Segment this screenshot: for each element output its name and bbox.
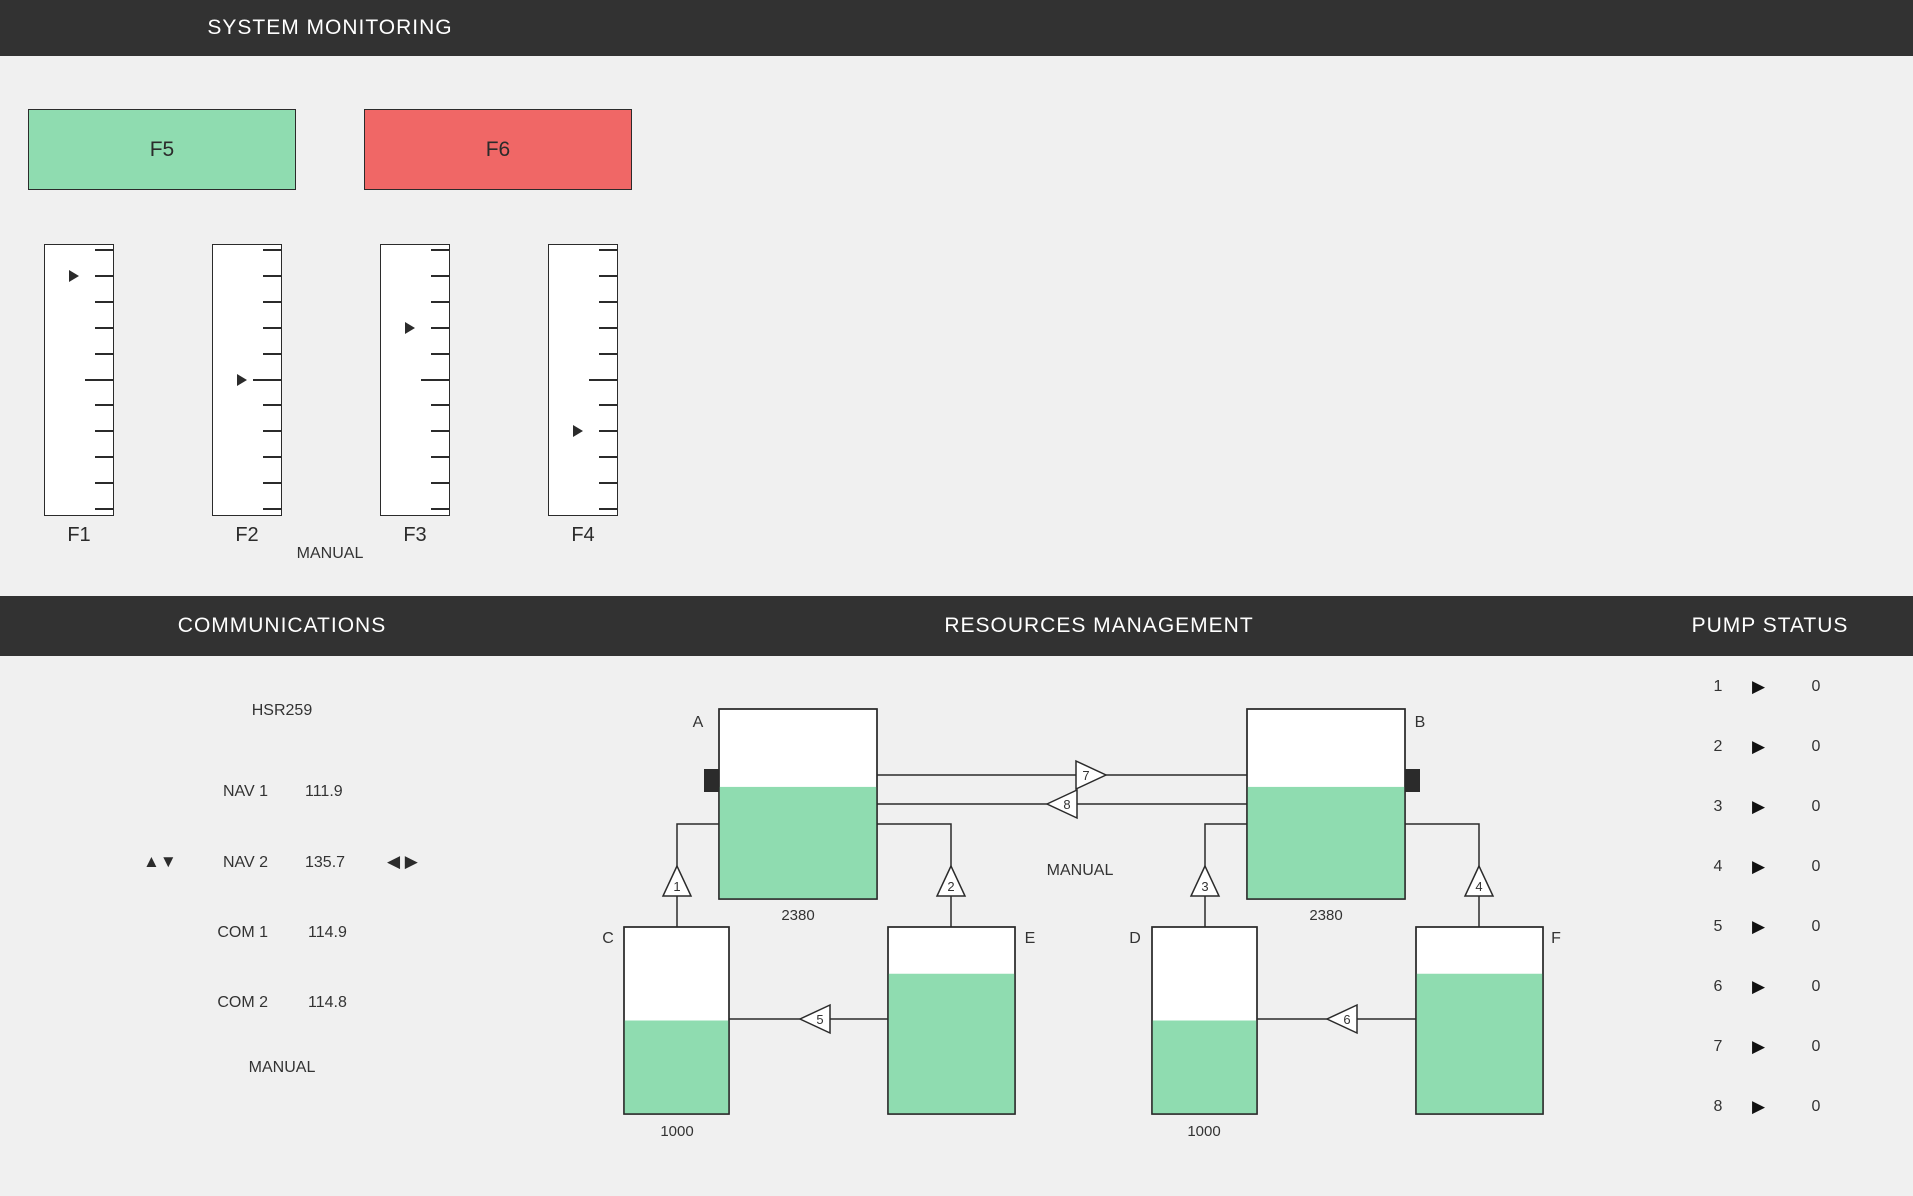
pump-8-icon[interactable]: 8: [1045, 788, 1078, 820]
tank-a-connector: [704, 769, 719, 792]
pump-2-number: 2: [947, 879, 954, 894]
tank-a-capacity: 2380: [781, 907, 814, 924]
tank-c-capacity: 1000: [660, 1123, 693, 1140]
tank-b-fill: [1247, 786, 1405, 899]
play-arrow-icon[interactable]: ▶: [1752, 737, 1765, 757]
tank-b-connector: [1405, 769, 1420, 792]
pump-8-number: 8: [1063, 797, 1070, 812]
pump-4-icon[interactable]: 4: [1463, 864, 1495, 897]
pump-status-value: 0: [1811, 1038, 1821, 1055]
play-arrow-icon[interactable]: ▶: [1752, 677, 1765, 697]
play-arrow-icon[interactable]: ▶: [1752, 977, 1765, 997]
pump-status-value: 0: [1811, 738, 1821, 755]
tank-f-fill: [1416, 973, 1543, 1114]
pump-1-number: 1: [673, 879, 680, 894]
pump-status-number: 4: [1713, 858, 1723, 875]
pump-status-number: 1: [1713, 678, 1723, 695]
play-arrow-icon[interactable]: ▶: [1752, 857, 1765, 877]
tank-a-label: A: [693, 714, 704, 731]
pipe-a-c: [676, 823, 719, 927]
tank-d-label: D: [1129, 930, 1141, 947]
pump-status-number: 8: [1713, 1098, 1723, 1115]
pump-status-value: 0: [1811, 918, 1821, 935]
tank-b: B 2380: [1246, 708, 1426, 924]
pipe-b-d: [1204, 823, 1247, 927]
pump-3-number: 3: [1201, 879, 1208, 894]
tank-d-capacity: 1000: [1187, 1123, 1220, 1140]
pump-6-icon[interactable]: 6: [1325, 1003, 1358, 1035]
tank-b-label: B: [1415, 714, 1426, 731]
pipe-b-f: [1405, 823, 1480, 927]
play-arrow-icon[interactable]: ▶: [1752, 1097, 1765, 1117]
tank-d: D 1000: [1129, 926, 1258, 1140]
tank-e-label: E: [1025, 930, 1036, 947]
tank-e: E: [887, 926, 1036, 1115]
pump-5-number: 5: [816, 1012, 823, 1027]
pump-3-icon[interactable]: 3: [1189, 864, 1221, 897]
pump-7-number: 7: [1082, 768, 1089, 783]
pump-status-number: 7: [1713, 1038, 1723, 1055]
pump-2-icon[interactable]: 2: [935, 864, 967, 897]
tank-f-label: F: [1551, 930, 1561, 947]
tank-c: C 1000: [602, 926, 730, 1140]
pump-status-value: 0: [1811, 858, 1821, 875]
tank-e-fill: [888, 973, 1015, 1114]
tank-c-fill: [624, 1020, 729, 1114]
pump-status-number: 6: [1713, 978, 1723, 995]
tank-d-fill: [1152, 1020, 1257, 1114]
tank-c-label: C: [602, 930, 614, 947]
pump-status-value: 0: [1811, 978, 1821, 995]
resources-mode-label: MANUAL: [1047, 862, 1114, 879]
tank-a: A 2380: [693, 708, 878, 924]
pump-1-icon[interactable]: 1: [661, 864, 693, 897]
pump-6-number: 6: [1343, 1012, 1350, 1027]
pump-status-value: 0: [1811, 678, 1821, 695]
pump-status-number: 2: [1713, 738, 1723, 755]
tank-f: F: [1415, 926, 1561, 1115]
pump-status-number: 3: [1713, 798, 1723, 815]
tank-b-capacity: 2380: [1309, 907, 1342, 924]
pump-status-value: 0: [1811, 1098, 1821, 1115]
play-arrow-icon[interactable]: ▶: [1752, 917, 1765, 937]
pump-status-number: 5: [1713, 918, 1723, 935]
pump-status-value: 0: [1811, 798, 1821, 815]
tank-a-fill: [719, 786, 877, 899]
pipe-a-e: [877, 823, 952, 927]
play-arrow-icon[interactable]: ▶: [1752, 797, 1765, 817]
resources-diagram: A 2380 B 2380 C 1000 D 1000 E F 1 2 3 4 …: [602, 708, 1561, 1140]
pump-7-icon[interactable]: 7: [1075, 759, 1108, 791]
pump-5-icon[interactable]: 5: [798, 1003, 831, 1035]
pump-4-number: 4: [1475, 879, 1482, 894]
play-arrow-icon[interactable]: ▶: [1752, 1037, 1765, 1057]
